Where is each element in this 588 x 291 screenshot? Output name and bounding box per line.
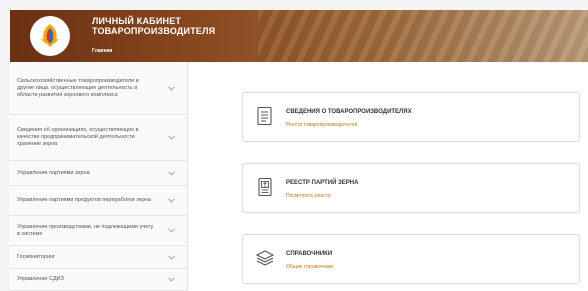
chevron-down-icon[interactable]	[167, 134, 175, 142]
chevron-down-icon[interactable]	[167, 197, 175, 205]
sidebar-item-sdiz[interactable]: Управление СДИЗ	[10, 269, 187, 291]
app-title: ЛИЧНЫЙ КАБИНЕТ ТОВАРОПРОИЗВОДИТЕЛЯ	[92, 16, 215, 36]
sidebar-item-storage-organizations[interactable]: Сведения об организациях, осуществляющих…	[10, 115, 187, 161]
app-window: ЛИЧНЫЙ КАБИНЕТ ТОВАРОПРОИЗВОДИТЕЛЯ Главн…	[10, 10, 588, 291]
sidebar-item-gosmonitoring[interactable]: Госмониторинг	[10, 246, 187, 269]
card-reference-books[interactable]: СПРАВОЧНИКИ Общие справочники	[242, 234, 580, 284]
card-title: СПРАВОЧНИКИ	[286, 251, 333, 257]
chevron-down-icon[interactable]	[167, 253, 175, 261]
chevron-down-icon[interactable]	[167, 84, 175, 92]
sidebar: Сельскохозяйственные товаропроизводители…	[10, 62, 188, 291]
card-producers-info[interactable]: СВЕДЕНИЯ О ТОВАРОПРОИЗВОДИТЕЛЯХ Реестр т…	[242, 92, 580, 142]
sidebar-item-processed-batches[interactable]: Управление партиями продуктов переработк…	[10, 186, 187, 216]
sidebar-item-label: Управление партиями зерна	[17, 169, 90, 176]
card-grain-batch-registry[interactable]: РЕЕСТР ПАРТИЙ ЗЕРНА Посмотреть реестр	[242, 163, 580, 213]
sidebar-item-label: Сельскохозяйственные товаропроизводители…	[17, 77, 139, 98]
chevron-down-icon[interactable]	[167, 169, 175, 177]
layers-icon	[255, 248, 275, 268]
document-list-icon	[255, 106, 275, 126]
card-title: РЕЕСТР ПАРТИЙ ЗЕРНА	[286, 180, 359, 186]
sidebar-item-unregistered-production[interactable]: Управление производствами, не подлежащим…	[10, 216, 187, 246]
header-banner: ЛИЧНЫЙ КАБИНЕТ ТОВАРОПРОИЗВОДИТЕЛЯ Главн…	[10, 10, 588, 62]
sidebar-item-label: Управление СДИЗ	[17, 276, 64, 282]
app-title-line2: ТОВАРОПРОИЗВОДИТЕЛЯ	[92, 26, 216, 36]
sidebar-item-label: Госмониторинг	[17, 253, 56, 260]
card-link-producers-registry[interactable]: Реестр товаропроизводителей	[286, 122, 357, 128]
app-title-line1: ЛИЧНЫЙ КАБИНЕТ	[92, 16, 182, 26]
sidebar-item-grain-batches[interactable]: Управление партиями зерна	[10, 161, 187, 186]
card-title: СВЕДЕНИЯ О ТОВАРОПРОИЗВОДИТЕЛЯХ	[286, 109, 412, 115]
grain-register-icon	[255, 177, 275, 197]
chevron-down-icon[interactable]	[167, 227, 175, 235]
sidebar-item-label: Сведения об организациях, осуществляющих…	[17, 127, 139, 147]
sidebar-item-label: Управление производствами, не подлежащим…	[17, 223, 154, 237]
main-content: СВЕДЕНИЯ О ТОВАРОПРОИЗВОДИТЕЛЯХ Реестр т…	[188, 62, 588, 291]
logo-emblem-icon[interactable]	[30, 16, 70, 56]
sidebar-item-producers[interactable]: Сельскохозяйственные товаропроизводители…	[10, 62, 187, 115]
card-link-view-registry[interactable]: Посмотреть реестр	[286, 193, 331, 199]
sidebar-item-label: Управление партиями продуктов переработк…	[17, 197, 151, 203]
wheat-background	[258, 10, 588, 62]
chevron-down-icon[interactable]	[167, 276, 175, 284]
card-link-common-reference[interactable]: Общие справочники	[286, 264, 333, 270]
nav-home-link[interactable]: Главная	[92, 48, 112, 54]
